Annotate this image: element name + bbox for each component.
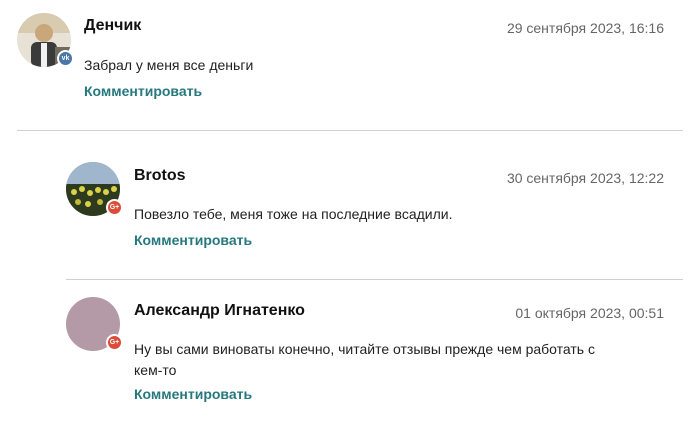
- comment-text: Ну вы сами виноваты конечно, читайте отз…: [134, 341, 595, 378]
- comment-item: vk Денчик 29 сентября 2023, 16:16 Забрал…: [0, 0, 690, 130]
- comment-author[interactable]: Александр Игнатенко: [134, 302, 305, 320]
- comment-text: Забрал у меня все деньги: [84, 57, 254, 73]
- comment-date: 01 октября 2023, 00:51: [515, 305, 664, 321]
- google-plus-icon: G+: [106, 334, 123, 351]
- vk-icon: vk: [57, 50, 74, 67]
- google-plus-icon: G+: [106, 199, 123, 216]
- comment-date: 30 сентября 2023, 12:22: [506, 170, 664, 186]
- comment-item: G+ Brotos 30 сентября 2023, 12:22 Повезл…: [0, 131, 690, 279]
- comment-date: 29 сентября 2023, 16:16: [506, 20, 664, 36]
- avatar[interactable]: G+: [66, 297, 123, 351]
- comment-reply-link[interactable]: Комментировать: [134, 232, 252, 248]
- comment-reply-link[interactable]: Комментировать: [134, 386, 252, 402]
- avatar[interactable]: G+: [66, 162, 123, 216]
- avatar[interactable]: vk: [17, 13, 74, 67]
- comment-text: Повезло тебе, меня тоже на последние вса…: [134, 206, 453, 222]
- comment-author[interactable]: Денчик: [84, 17, 141, 35]
- comment-author[interactable]: Brotos: [134, 167, 186, 185]
- comment-item: G+ Александр Игнатенко 01 октября 2023, …: [0, 280, 690, 422]
- comment-reply-link[interactable]: Комментировать: [84, 83, 202, 99]
